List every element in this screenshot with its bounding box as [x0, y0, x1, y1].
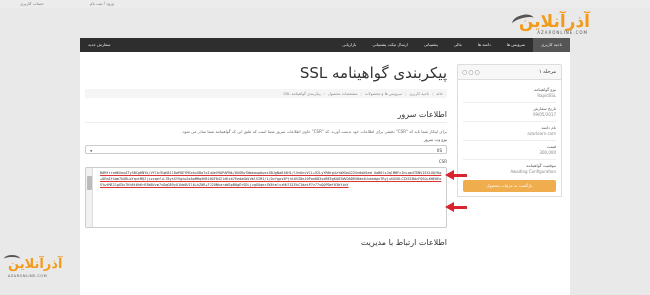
- csr-label: CSR: [438, 159, 447, 164]
- back-to-product-button[interactable]: بازگشت به جزئیات محصول: [463, 180, 556, 192]
- domain-value: azarlearn.com: [527, 131, 556, 136]
- order-date-label: تاریخ سفارش: [533, 106, 556, 111]
- breadcrumb-item[interactable]: مشخصات محصول: [328, 89, 358, 98]
- watermark-text: آذرآنلاین: [8, 257, 63, 272]
- server-type-select[interactable]: IIS ▼: [85, 145, 447, 154]
- server-info-heading: اطلاعات سرور: [85, 110, 447, 123]
- divider: [463, 121, 556, 122]
- scrollbar-thumb[interactable]: [87, 176, 92, 190]
- cert-status-label: موقعیت گواهینامه: [526, 163, 556, 168]
- step-title: مرحله ۱: [538, 69, 556, 75]
- account-link[interactable]: حساب کاربری: [20, 1, 44, 6]
- cert-type-value: RapidSSL: [537, 93, 556, 98]
- breadcrumb: خانه / ناحیه کاربری / سرویس ها و محصولات / …: [85, 89, 447, 98]
- logo-subtext: AZARONLINE.COM: [537, 30, 588, 35]
- divider: [463, 102, 556, 103]
- cert-type-label: نوع گواهینامه: [534, 87, 556, 92]
- nav-item-new-order[interactable]: سفارش جدید: [80, 38, 118, 52]
- login-link[interactable]: ورود / ثبت نام: [90, 1, 114, 6]
- panel-header: مرحله ۱ ○○○: [457, 64, 562, 80]
- page-title: پیکربندی گواهینامه SSL: [299, 64, 447, 82]
- nav-item-client-area[interactable]: ناحیه کاربری: [533, 38, 570, 52]
- server-info-description: برای اینکار شما باید کد "CSR" دقیقی برای…: [181, 129, 447, 134]
- server-type-label: نوع وب سرور: [423, 137, 447, 142]
- site-logo[interactable]: آذرآنلاین AZARONLINE.COM: [510, 12, 591, 36]
- chevron-down-icon: ▼: [90, 149, 93, 153]
- breadcrumb-item[interactable]: ناحیه کاربری: [409, 89, 429, 98]
- nav-item-billing[interactable]: مالی: [446, 38, 470, 52]
- price-value: 300,000: [539, 150, 556, 155]
- nav-item-affiliates[interactable]: بازاریابی: [334, 38, 364, 52]
- divider: [463, 140, 556, 141]
- textarea-scrollbar[interactable]: [86, 168, 93, 227]
- nav-item-open-ticket[interactable]: ارسال تیکت پشتیبانی: [364, 38, 416, 52]
- admin-contact-heading: اطلاعات ارتباط با مدیریت: [360, 238, 447, 247]
- header: آذرآنلاین AZARONLINE.COM: [0, 8, 650, 38]
- top-bar: حساب کاربری ورود / ثبت نام: [0, 0, 650, 8]
- nav-item-domains[interactable]: دامنه ها: [470, 38, 499, 52]
- content-area: پیکربندی گواهینامه SSL خانه / ناحیه کاربر…: [80, 52, 570, 295]
- logo-text: آذرآنلاین: [518, 12, 591, 32]
- breadcrumb-item[interactable]: خانه: [436, 89, 443, 98]
- order-summary-panel: مرحله ۱ ○○○ نوع گواهینامه RapidSSL تاریخ …: [457, 64, 562, 197]
- breadcrumb-item[interactable]: سرویس ها و محصولات: [365, 89, 402, 98]
- nav-item-services[interactable]: سرویس ها: [499, 38, 533, 52]
- main-nav: ناحیه کاربری سرویس ها دامنه ها مالی پشتی…: [80, 38, 570, 52]
- server-type-value: IIS: [437, 148, 442, 153]
- arrow-left-icon: [445, 202, 469, 212]
- order-date-value: 09/05/2017: [532, 112, 556, 117]
- step-dots-icon: ○○○: [462, 69, 481, 76]
- arrow-left-icon: [445, 170, 469, 180]
- domain-label: نام دامنه: [541, 125, 556, 130]
- watermark-subtext: AZARONLINE.COM: [8, 274, 48, 278]
- csr-text: B0MfrraH6XeuATySBCgRNYk/VYlkfEqK81lDaPDE…: [100, 171, 442, 187]
- breadcrumb-current: پیکربندی گواهینامه SSL: [283, 91, 321, 96]
- main-column: پیکربندی گواهینامه SSL خانه / ناحیه کاربر…: [85, 64, 447, 247]
- nav-item-support[interactable]: پشتیبانی: [416, 38, 446, 52]
- cert-status-value: Awaiting Configuration: [510, 169, 556, 174]
- price-label: قیمت: [546, 144, 556, 149]
- watermark-logo: آذرآنلاین AZARONLINE.COM: [2, 253, 62, 293]
- csr-textarea[interactable]: B0MfrraH6XeuATySBCgRNYk/VYlkfEqK81lDaPDE…: [85, 167, 447, 228]
- divider: [463, 159, 556, 160]
- panel-body: نوع گواهینامه RapidSSL تاریخ سفارش 09/05/2…: [457, 80, 562, 197]
